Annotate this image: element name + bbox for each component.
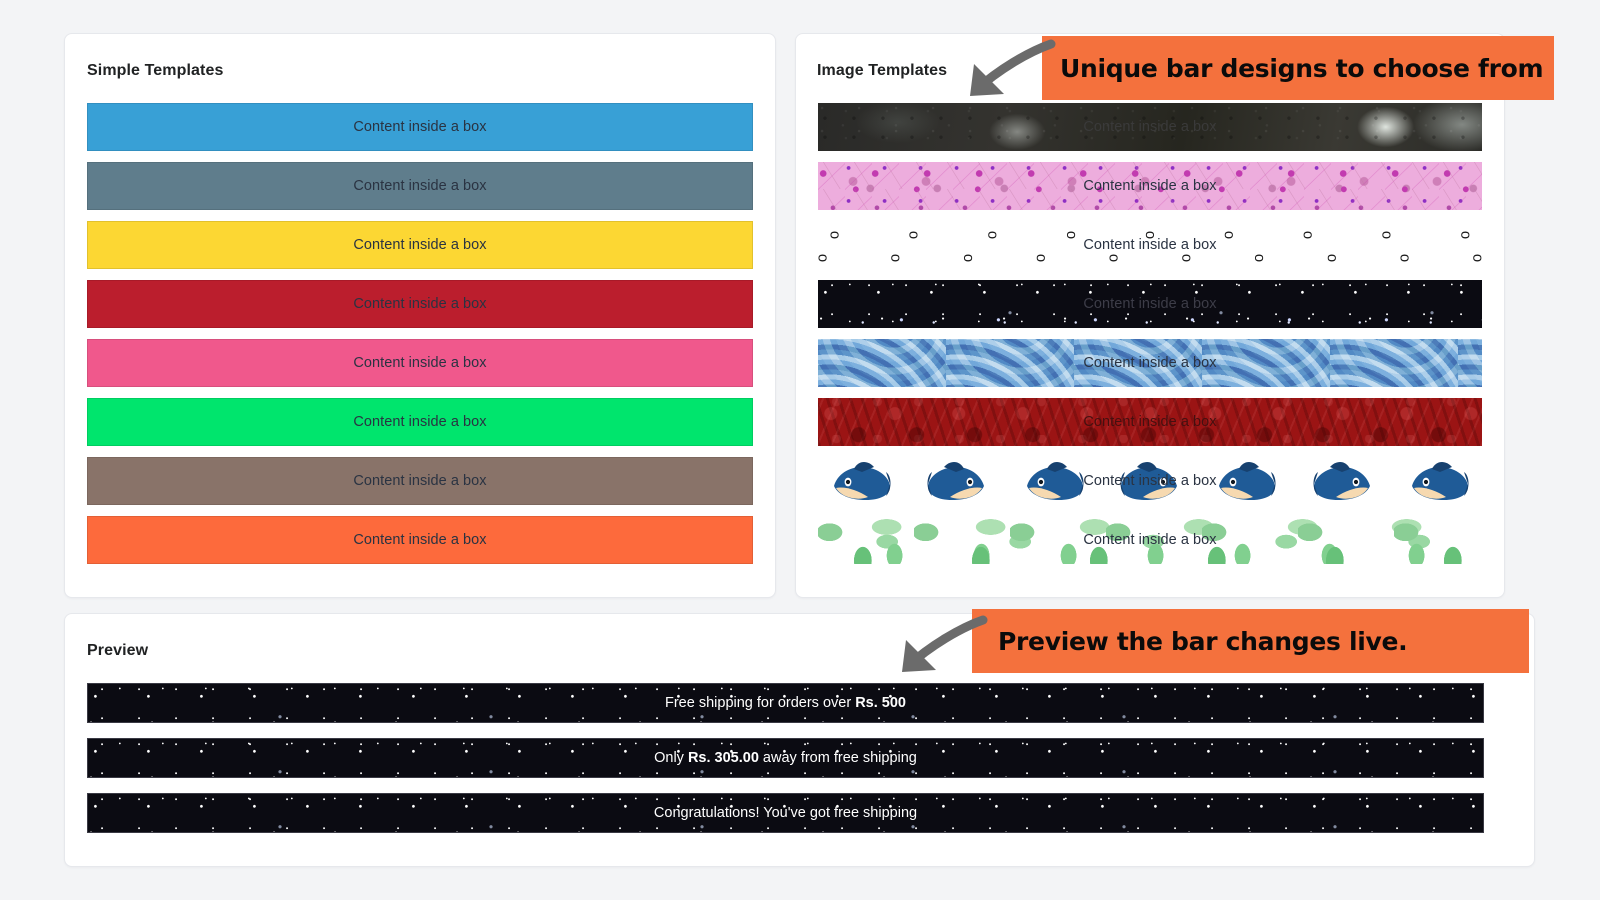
preview-title: Preview bbox=[87, 642, 149, 659]
preview-text-amount: Rs. 305.00 bbox=[687, 750, 759, 766]
preview-text-prefix: Free shipping for orders over bbox=[665, 695, 856, 711]
image-template-bar-pink-floral[interactable]: Content inside a box bbox=[818, 162, 1482, 210]
image-template-bar-sharks-white[interactable]: Content inside a box bbox=[818, 457, 1482, 505]
image-templates-card: Image Templates Content inside a box Cont… bbox=[795, 33, 1505, 598]
bar-label: Content inside a box bbox=[353, 119, 487, 135]
simple-template-bar-blue[interactable]: Content inside a box bbox=[87, 103, 753, 151]
preview-bar-label: Congratulations! You've got free shippin… bbox=[654, 805, 917, 821]
image-templates-bar-list: Content inside a box Content inside a box… bbox=[818, 103, 1482, 564]
bar-label: Content inside a box bbox=[353, 355, 487, 371]
simple-template-bar-slate[interactable]: Content inside a box bbox=[87, 162, 753, 210]
annotation-text: Unique bar designs to choose from bbox=[1060, 53, 1544, 83]
bar-label: Content inside a box bbox=[1083, 296, 1217, 312]
preview-text-prefix: Congratulations! You've got free shippin… bbox=[653, 805, 918, 821]
bar-label: Content inside a box bbox=[353, 414, 487, 430]
bar-label: Content inside a box bbox=[353, 296, 487, 312]
image-templates-title: Image Templates bbox=[817, 62, 948, 79]
simple-templates-bar-list: Content inside a box Content inside a box… bbox=[87, 103, 753, 564]
bar-label: Content inside a box bbox=[1083, 355, 1217, 371]
bar-label: Content inside a box bbox=[353, 237, 487, 253]
bar-label: Content inside a box bbox=[1083, 119, 1217, 135]
preview-bar-free-shipping-threshold: Free shipping for orders over Rs. 500 bbox=[87, 683, 1484, 723]
simple-template-bar-orange[interactable]: Content inside a box bbox=[87, 516, 753, 564]
bar-label: Content inside a box bbox=[1083, 532, 1217, 548]
bar-label: Content inside a box bbox=[1083, 237, 1217, 253]
image-template-bar-red-damask[interactable]: Content inside a box bbox=[818, 398, 1482, 446]
simple-template-bar-pink[interactable]: Content inside a box bbox=[87, 339, 753, 387]
image-template-bar-green-leaves[interactable]: Content inside a box bbox=[818, 516, 1482, 564]
preview-text-amount: Rs. 500 bbox=[855, 695, 906, 711]
bar-label: Content inside a box bbox=[1083, 473, 1217, 489]
bar-label: Content inside a box bbox=[353, 532, 487, 548]
preview-text-prefix: Only bbox=[654, 750, 688, 766]
preview-bar-label: Free shipping for orders over Rs. 500 bbox=[665, 695, 906, 711]
image-template-bar-starfield[interactable]: Content inside a box bbox=[818, 280, 1482, 328]
preview-bar-list: Free shipping for orders over Rs. 500 Onl… bbox=[87, 683, 1484, 833]
bar-label: Content inside a box bbox=[353, 178, 487, 194]
annotation-unique-bar-designs: Unique bar designs to choose from bbox=[1042, 36, 1554, 100]
preview-bar-amount-away: Only Rs. 305.00 away from free shipping bbox=[87, 738, 1484, 778]
simple-templates-title: Simple Templates bbox=[87, 62, 224, 79]
app-canvas: Simple Templates Content inside a box Con… bbox=[0, 0, 1600, 900]
simple-template-bar-crimson[interactable]: Content inside a box bbox=[87, 280, 753, 328]
simple-template-bar-yellow[interactable]: Content inside a box bbox=[87, 221, 753, 269]
preview-text-suffix: away from free shipping bbox=[758, 750, 917, 766]
image-template-bar-blue-swirl[interactable]: Content inside a box bbox=[818, 339, 1482, 387]
image-template-bar-headphones-white[interactable]: ᴑ ᴑ ᴑ ᴑ ᴑ ᴑ ᴑ ᴑ ᴑ ᴑ ᴑ ᴑ ᴑ ᴑ ᴑ ᴑ ᴑ ᴑ ᴑ Content inside a box bbox=[818, 221, 1482, 269]
simple-template-bar-taupe[interactable]: Content inside a box bbox=[87, 457, 753, 505]
bar-label: Content inside a box bbox=[353, 473, 487, 489]
bar-label: Content inside a box bbox=[1083, 414, 1217, 430]
preview-bar-label: Only Rs. 305.00 away from free shipping bbox=[654, 750, 917, 766]
annotation-preview-live: Preview the bar changes live. bbox=[972, 609, 1529, 673]
image-template-bar-dark-blur-photo[interactable]: Content inside a box bbox=[818, 103, 1482, 151]
annotation-text: Preview the bar changes live. bbox=[998, 626, 1408, 656]
preview-bar-congratulations: Congratulations! You've got free shippin… bbox=[87, 793, 1484, 833]
simple-template-bar-spring-green[interactable]: Content inside a box bbox=[87, 398, 753, 446]
bar-label: Content inside a box bbox=[1083, 178, 1217, 194]
simple-templates-card: Simple Templates Content inside a box Con… bbox=[64, 33, 776, 598]
